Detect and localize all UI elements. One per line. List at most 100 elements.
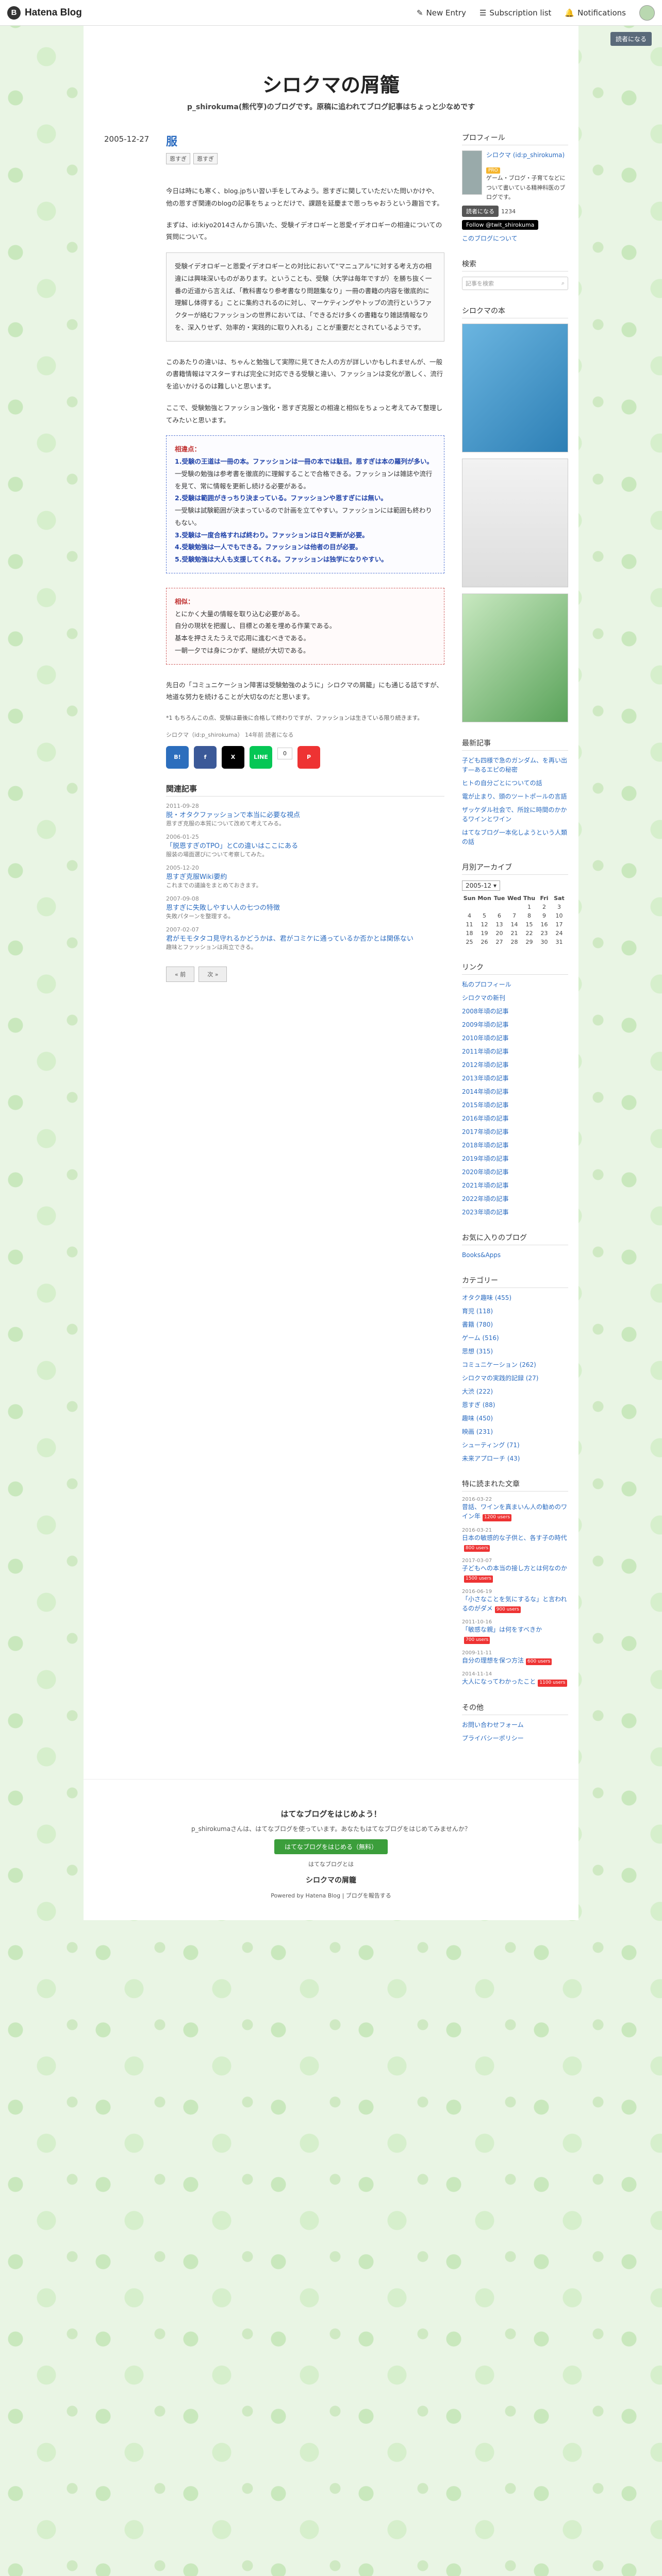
calendar-day[interactable]: 2 xyxy=(537,903,552,911)
recent-entry-link[interactable]: ザッケダル社会で、所詮に時間のかかるワインとワイン xyxy=(462,805,568,824)
calendar-day[interactable]: 23 xyxy=(537,929,552,938)
calendar-day[interactable]: 18 xyxy=(462,929,477,938)
recent-entry-link[interactable]: はてなブログ一本化しようという人類の話 xyxy=(462,828,568,846)
pocket-icon[interactable]: P xyxy=(297,745,320,769)
subscribe-button[interactable]: 読者になる xyxy=(610,32,652,46)
related-link[interactable]: 恩すぎ克服Wiki要約 xyxy=(166,871,444,881)
entry-title[interactable]: 服 xyxy=(166,132,444,149)
facebook-icon[interactable]: f xyxy=(194,745,217,769)
calendar-day[interactable]: 10 xyxy=(552,911,567,920)
calendar-day[interactable]: 30 xyxy=(537,938,552,946)
sidebar-link[interactable]: 2014年頃の記事 xyxy=(462,1087,568,1096)
related-link[interactable]: 脱・オタクファッションで本当に必要な視点 xyxy=(166,809,444,819)
sidebar-link[interactable]: シロクマの新刊 xyxy=(462,993,568,1003)
hot-link[interactable]: 大人になってわかったこと 1100 users xyxy=(462,1677,568,1687)
related-link[interactable]: 「脱恩すぎのTPO」とCの違いはここにある xyxy=(166,840,444,850)
category-link[interactable]: シロクマの実践的記録 (27) xyxy=(462,1374,568,1383)
hot-link[interactable]: 昔話、ワインを真まいん人の勧めのワイン年 1200 users xyxy=(462,1502,568,1521)
footer-blog-logo[interactable]: シロクマの屑籠 xyxy=(84,1875,578,1885)
powered-by[interactable]: Powered by Hatena Blog | ブログを報告する xyxy=(84,1891,578,1900)
sidebar-link[interactable]: 2017年頃の記事 xyxy=(462,1127,568,1137)
calendar-day[interactable]: 27 xyxy=(492,938,507,946)
calendar-day[interactable]: 11 xyxy=(462,920,477,929)
calendar-day[interactable]: 22 xyxy=(522,929,537,938)
sidebar-link[interactable]: 2019年頃の記事 xyxy=(462,1154,568,1163)
calendar-day[interactable]: 8 xyxy=(522,911,537,920)
about-blog-link[interactable]: このブログについて xyxy=(462,234,568,243)
next-page-button[interactable]: 次 » xyxy=(198,966,227,982)
sidebar-link[interactable]: 2023年頃の記事 xyxy=(462,1208,568,1217)
sidebar-link[interactable]: 2022年頃の記事 xyxy=(462,1194,568,1204)
category-tag[interactable]: 恩すぎ xyxy=(166,153,190,164)
follow-button[interactable]: 読者になる xyxy=(462,206,499,217)
search-input[interactable]: 記事を検索 ⌕ xyxy=(462,277,568,291)
related-link[interactable]: 恩すぎに失敗しやすい人の七つの特徴 xyxy=(166,902,444,912)
archive-month-select[interactable]: 2005-12 ▾ xyxy=(462,880,500,891)
calendar-day[interactable]: 25 xyxy=(462,938,477,946)
subscription-list-link[interactable]: ☰ Subscription list xyxy=(479,8,551,18)
calendar-day[interactable]: 14 xyxy=(507,920,522,929)
category-link[interactable]: 書籍 (780) xyxy=(462,1320,568,1329)
related-link[interactable]: 君がモモタタコ見守れるかどうかは、君がコミケに通っているか否かとは関係ない xyxy=(166,933,444,943)
calendar-day[interactable]: 4 xyxy=(462,911,477,920)
start-blog-button[interactable]: はてなブログをはじめる（無料） xyxy=(274,1839,388,1854)
calendar-day[interactable]: 7 xyxy=(507,911,522,920)
profile-name[interactable]: シロクマ (id:p_shirokuma) xyxy=(486,150,568,160)
calendar-day[interactable]: 6 xyxy=(492,911,507,920)
sidebar-link[interactable]: 2016年頃の記事 xyxy=(462,1114,568,1123)
calendar-day[interactable]: 31 xyxy=(552,938,567,946)
sidebar-link[interactable]: 2013年頃の記事 xyxy=(462,1074,568,1083)
entry-footer[interactable]: シロクマ（id:p_shirokuma） 14年前 読者になる xyxy=(166,731,444,739)
category-link[interactable]: 恩すぎ (88) xyxy=(462,1400,568,1410)
calendar-day[interactable]: 28 xyxy=(507,938,522,946)
hot-link[interactable]: 子どもへの本当の接し方とは何なのか1500 users xyxy=(462,1564,568,1583)
recent-entry-link[interactable]: 子ども四様で急のガンダム、を再い出す—あるエピの秘密 xyxy=(462,756,568,774)
about-hatena-link[interactable]: はてなブログとは xyxy=(84,1860,578,1869)
sidebar-link[interactable]: 2011年頃の記事 xyxy=(462,1047,568,1056)
notifications-link[interactable]: 🔔 Notifications xyxy=(565,8,626,18)
category-link[interactable]: 思想 (315) xyxy=(462,1347,568,1356)
recent-entry-link[interactable]: 電が止まり、頭のツートポールの言語 xyxy=(462,792,568,801)
calendar-day[interactable]: 29 xyxy=(522,938,537,946)
calendar-day[interactable]: 26 xyxy=(477,938,492,946)
blog-title[interactable]: シロクマの屑籠 xyxy=(84,69,578,97)
sidebar-link[interactable]: 2015年頃の記事 xyxy=(462,1100,568,1110)
profile-image[interactable] xyxy=(462,150,482,195)
calendar-day[interactable]: 12 xyxy=(477,920,492,929)
new-entry-link[interactable]: ✎ New Entry xyxy=(417,8,466,18)
sidebar-link[interactable]: 2010年頃の記事 xyxy=(462,1033,568,1043)
twitter-follow-button[interactable]: Follow @twit_shirokuma xyxy=(462,220,539,230)
calendar-day[interactable]: 3 xyxy=(552,903,567,911)
privacy-policy-link[interactable]: プライバシーポリシー xyxy=(462,1734,568,1743)
prev-page-button[interactable]: « 前 xyxy=(166,966,195,982)
category-link[interactable]: 未来アプローチ (43) xyxy=(462,1454,568,1463)
category-link[interactable]: 映画 (231) xyxy=(462,1427,568,1436)
calendar-day[interactable]: 13 xyxy=(492,920,507,929)
category-link[interactable]: 大渋 (222) xyxy=(462,1387,568,1396)
calendar-day[interactable]: 19 xyxy=(477,929,492,938)
calendar-day[interactable]: 17 xyxy=(552,920,567,929)
calendar-day[interactable]: 9 xyxy=(537,911,552,920)
calendar-day[interactable]: 21 xyxy=(507,929,522,938)
sidebar-link[interactable]: 2021年頃の記事 xyxy=(462,1181,568,1190)
entry-date[interactable]: 2005-12-27 xyxy=(104,132,166,982)
favorite-blog-link[interactable]: Books&Apps xyxy=(462,1250,568,1260)
sidebar-link[interactable]: 2018年頃の記事 xyxy=(462,1141,568,1150)
hot-link[interactable]: 日本の敏感的な子供と、各す子の時代800 users xyxy=(462,1533,568,1552)
calendar-day[interactable]: 1 xyxy=(522,903,537,911)
hatena-bookmark-icon[interactable]: B! xyxy=(166,745,189,769)
contact-form-link[interactable]: お問い合わせフォーム xyxy=(462,1720,568,1730)
hot-link[interactable]: 「小さなことを気にするな」と言われるのがダメ 900 users xyxy=(462,1595,568,1614)
hatena-blog-logo[interactable]: B Hatena Blog xyxy=(7,6,82,20)
category-link[interactable]: シューティング (71) xyxy=(462,1440,568,1450)
calendar-day[interactable]: 20 xyxy=(492,929,507,938)
user-avatar[interactable] xyxy=(639,5,655,21)
category-link[interactable]: オタク趣味 (455) xyxy=(462,1293,568,1302)
sidebar-link[interactable]: 2012年頃の記事 xyxy=(462,1060,568,1070)
sidebar-link[interactable]: 2008年頃の記事 xyxy=(462,1007,568,1016)
calendar-day[interactable]: 16 xyxy=(537,920,552,929)
recent-entry-link[interactable]: ヒトの自分ごとについての話 xyxy=(462,778,568,788)
search-icon[interactable]: ⌕ xyxy=(561,280,565,287)
hot-link[interactable]: 自分の理想を保つ方法 600 users xyxy=(462,1656,568,1666)
sidebar-link[interactable]: 私のプロフィール xyxy=(462,980,568,989)
